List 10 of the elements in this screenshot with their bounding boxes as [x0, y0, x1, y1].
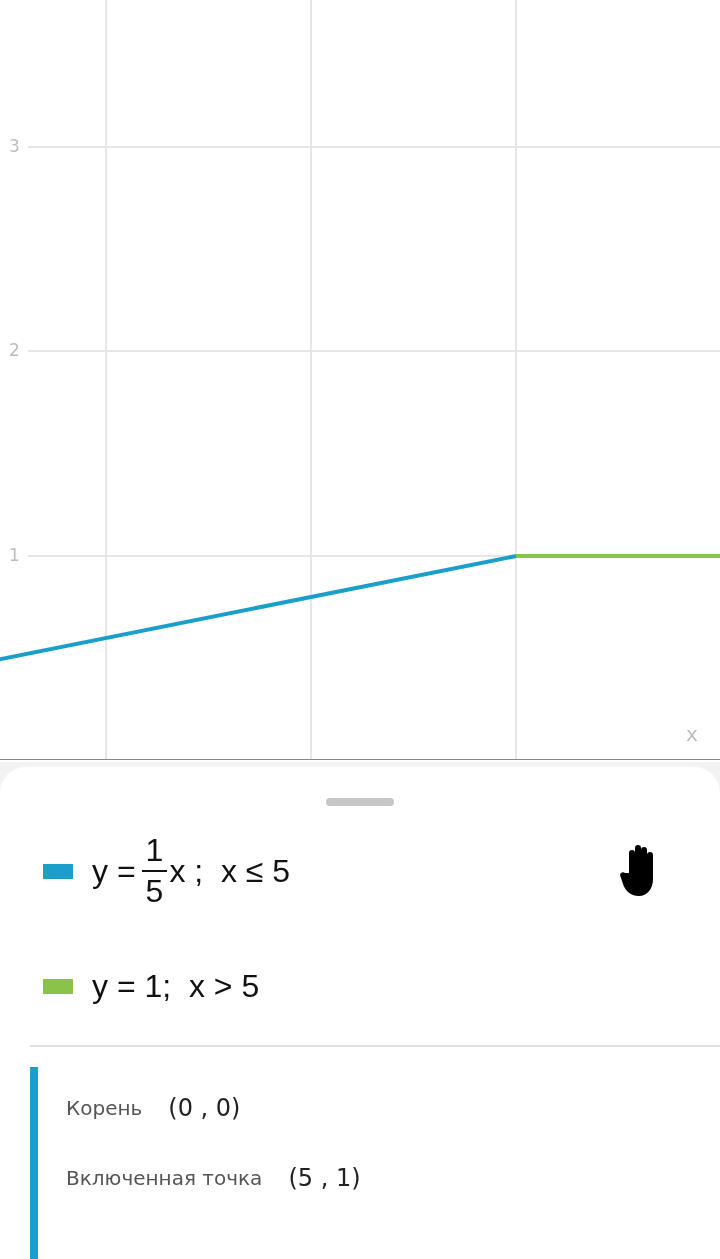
- point-coordinates: (0 , 0): [168, 1094, 241, 1122]
- axis-label: x: [686, 722, 698, 746]
- axis-tick-label: 1: [9, 545, 20, 565]
- drag-handle[interactable]: [326, 798, 394, 806]
- axis-tick-label: 2: [9, 340, 20, 360]
- point-coordinates: (5 , 1): [288, 1164, 361, 1192]
- axis-tick-label: 3: [9, 136, 20, 156]
- result-label: Корень: [66, 1096, 143, 1120]
- result-label: Включенная точка: [66, 1166, 263, 1190]
- equation[interactable]: y = 1; x > 5: [92, 967, 660, 1005]
